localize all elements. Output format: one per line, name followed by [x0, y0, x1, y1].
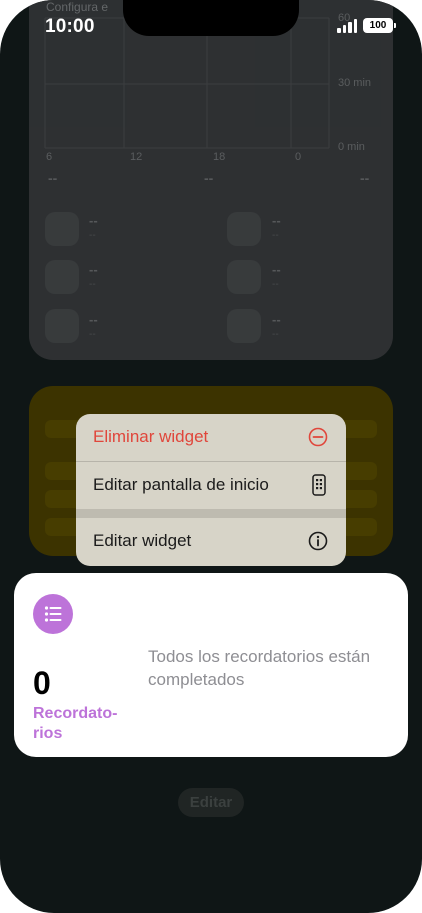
home-screen: 10:00 100 Configura e 60 30 min 0 min 6 …: [0, 0, 422, 913]
app-usage-sub: --: [272, 279, 279, 290]
menu-item-label: Editar pantalla de inicio: [93, 475, 269, 494]
app-usage-value: --: [272, 262, 281, 277]
app-icon-placeholder: [227, 260, 261, 294]
app-usage-value: --: [89, 312, 98, 327]
x-tick: 18: [213, 151, 226, 163]
reminders-label-text: Recordato- rios: [33, 705, 118, 742]
reminders-count: 0: [33, 665, 51, 701]
menu-item-label: Editar widget: [93, 531, 192, 550]
reminders-label: Recordato- rios: [33, 704, 133, 744]
y-tick: 0 min: [338, 141, 365, 153]
remove-widget-menu-item[interactable]: Eliminar widget: [76, 414, 346, 460]
reminders-widget[interactable]: 0 Recordato- rios Todos los recordatorio…: [14, 573, 408, 757]
x-tick: 6: [46, 151, 53, 163]
app-usage-sub: --: [89, 279, 96, 290]
app-icon-placeholder: [45, 212, 79, 246]
app-icon-placeholder: [227, 212, 261, 246]
edit-widget-menu-item[interactable]: Editar widget: [76, 518, 346, 564]
cellular-signal-icon: [337, 18, 357, 33]
list-bullet-icon: [33, 594, 73, 634]
x-tick: 12: [130, 151, 143, 163]
summary-value: --: [204, 170, 214, 186]
phone-apps-icon: [312, 474, 326, 496]
app-usage-sub: --: [272, 329, 279, 340]
notch: [123, 0, 299, 36]
status-indicators: 100: [337, 18, 396, 33]
app-usage-value: --: [89, 213, 98, 228]
app-icon-placeholder: [45, 309, 79, 343]
app-usage-sub: --: [89, 230, 96, 241]
summary-value: --: [360, 170, 370, 186]
edit-home-screen-menu-item[interactable]: Editar pantalla de inicio: [76, 462, 346, 508]
menu-item-label: Eliminar widget: [93, 427, 209, 446]
summary-value: --: [48, 170, 58, 186]
app-usage-sub: --: [272, 230, 279, 241]
reminders-status-message: Todos los recordatorios están completado…: [148, 647, 371, 689]
battery-icon: 100: [363, 18, 396, 33]
app-usage-sub: --: [89, 329, 96, 340]
y-tick: 30 min: [338, 77, 372, 89]
app-usage-value: --: [89, 262, 98, 277]
app-icon-placeholder: [45, 260, 79, 294]
widget-context-menu: Eliminar widget Editar pantalla de inici…: [76, 414, 346, 566]
status-time: 10:00: [45, 16, 95, 37]
screen-time-widget[interactable]: Configura e 60 30 min 0 min 6 12 18 0 --…: [29, 0, 393, 360]
app-usage-value: --: [272, 213, 281, 228]
minus-circle-icon: [308, 427, 328, 447]
edit-button[interactable]: Editar: [178, 788, 244, 817]
x-tick: 0: [295, 151, 302, 163]
app-usage-value: --: [272, 312, 281, 327]
app-icon-placeholder: [227, 309, 261, 343]
info-circle-icon: [308, 531, 328, 551]
menu-section-gap: [76, 509, 346, 518]
